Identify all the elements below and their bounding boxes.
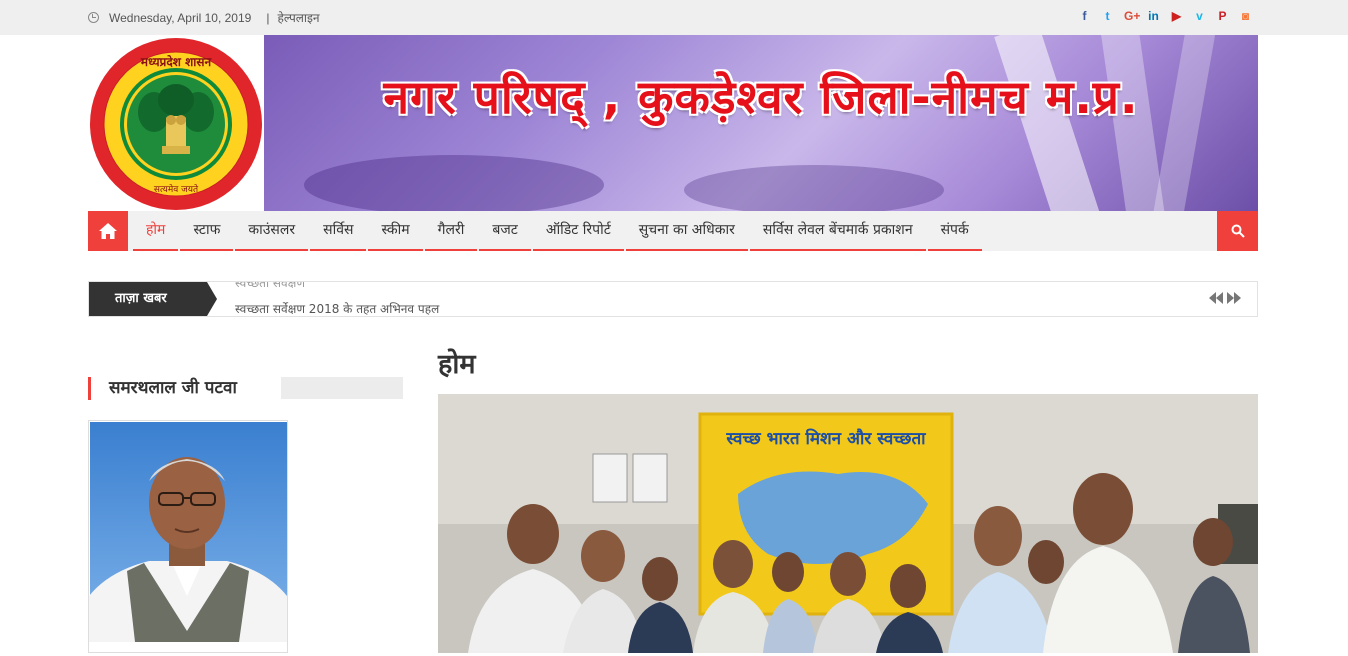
nav-item-9[interactable]: सर्विस लेवल बेंचमार्क प्रकाशन xyxy=(749,211,927,251)
facebook-icon[interactable]: f xyxy=(1078,9,1091,23)
vimeo-icon[interactable]: v xyxy=(1193,9,1206,23)
ticker-item-current[interactable]: स्वच्छता सर्वेक्षण 2018 के तहत अभिनव पहल xyxy=(235,300,439,316)
nav-item-3[interactable]: सर्विस xyxy=(309,211,367,251)
ticker-item-previous[interactable]: स्वच्छता सर्वेक्षण xyxy=(235,282,305,291)
date-display: Wednesday, April 10, 2019 | हेल्पलाइन xyxy=(88,9,320,26)
home-icon xyxy=(99,223,117,239)
sidebar-widget-header: समरथलाल जी पटवा xyxy=(88,377,403,400)
ticker-prev-icon[interactable] xyxy=(1209,292,1223,304)
nav-item-7[interactable]: ऑडिट रिपोर्ट xyxy=(532,211,625,251)
nav-item-5[interactable]: गैलरी xyxy=(424,211,479,251)
youtube-icon[interactable]: ▶ xyxy=(1170,9,1183,23)
heading-divider xyxy=(281,377,403,399)
photo-banner-text: स्वच्छ भारत मिशन और स्वच्छता xyxy=(725,428,926,449)
separator: | xyxy=(266,10,270,25)
twitter-icon[interactable]: t xyxy=(1101,9,1114,23)
nav-menu: होम स्टाफ काउंसलर सर्विस स्कीम गैलरी बजट ऑडिट र… xyxy=(132,211,983,251)
home-button[interactable] xyxy=(88,211,128,251)
mp-government-logo[interactable]: मध्यप्रदेश शासन सत्यमेव जयते xyxy=(88,36,264,212)
page-title: होम xyxy=(438,349,476,380)
logo-text-bottom: सत्यमेव जयते xyxy=(154,183,199,195)
site-title: नगर परिषद् , कुकड़ेश्वर जिला-नीमच म.प्र. xyxy=(383,70,1139,124)
nav-item-10[interactable]: संपर्क xyxy=(927,211,983,251)
top-bar: Wednesday, April 10, 2019 | हेल्पलाइन ft… xyxy=(0,0,1348,35)
logo-text-top: मध्यप्रदेश शासन xyxy=(140,55,213,69)
header-banner: नगर परिषद् , कुकड़ेश्वर जिला-नीमच म.प्र. xyxy=(264,35,1258,211)
ticker-label: ताज़ा खबर xyxy=(89,282,217,316)
chairman-photo xyxy=(88,420,288,653)
search-icon xyxy=(1231,224,1245,238)
nav-item-2[interactable]: काउंसलर xyxy=(234,211,309,251)
nav-item-8[interactable]: सुचना का अधिकार xyxy=(625,211,749,251)
main-navigation: होम स्टाफ काउंसलर सर्विस स्कीम गैलरी बजट ऑडिट र… xyxy=(88,211,1258,251)
helpline-link[interactable]: हेल्पलाइन xyxy=(277,9,319,26)
instagram-icon[interactable]: ◙ xyxy=(1239,9,1252,23)
sidebar-heading: समरथलाल जी पटवा xyxy=(109,378,237,398)
ticker-next-icon[interactable] xyxy=(1227,292,1241,304)
linkedin-icon[interactable]: in xyxy=(1147,9,1160,23)
nav-item-4[interactable]: स्कीम xyxy=(367,211,423,251)
heading-accent-bar xyxy=(88,377,91,400)
nav-item-0[interactable]: होम xyxy=(132,211,179,251)
social-links: f t G+ in ▶ v P ◙ xyxy=(1078,9,1252,23)
google-plus-icon[interactable]: G+ xyxy=(1124,9,1140,23)
news-ticker: ताज़ा खबर स्वच्छता सर्वेक्षण स्वच्छता सर… xyxy=(88,281,1258,317)
featured-image: स्वच्छ भारत मिशन और स्वच्छता xyxy=(438,394,1258,653)
current-date: Wednesday, April 10, 2019 xyxy=(109,10,252,25)
search-button[interactable] xyxy=(1217,211,1258,251)
clock-icon xyxy=(88,12,99,23)
nav-item-6[interactable]: बजट xyxy=(478,211,532,251)
pinterest-icon[interactable]: P xyxy=(1216,9,1229,23)
nav-item-1[interactable]: स्टाफ xyxy=(179,211,234,251)
ticker-controls xyxy=(1209,292,1241,304)
